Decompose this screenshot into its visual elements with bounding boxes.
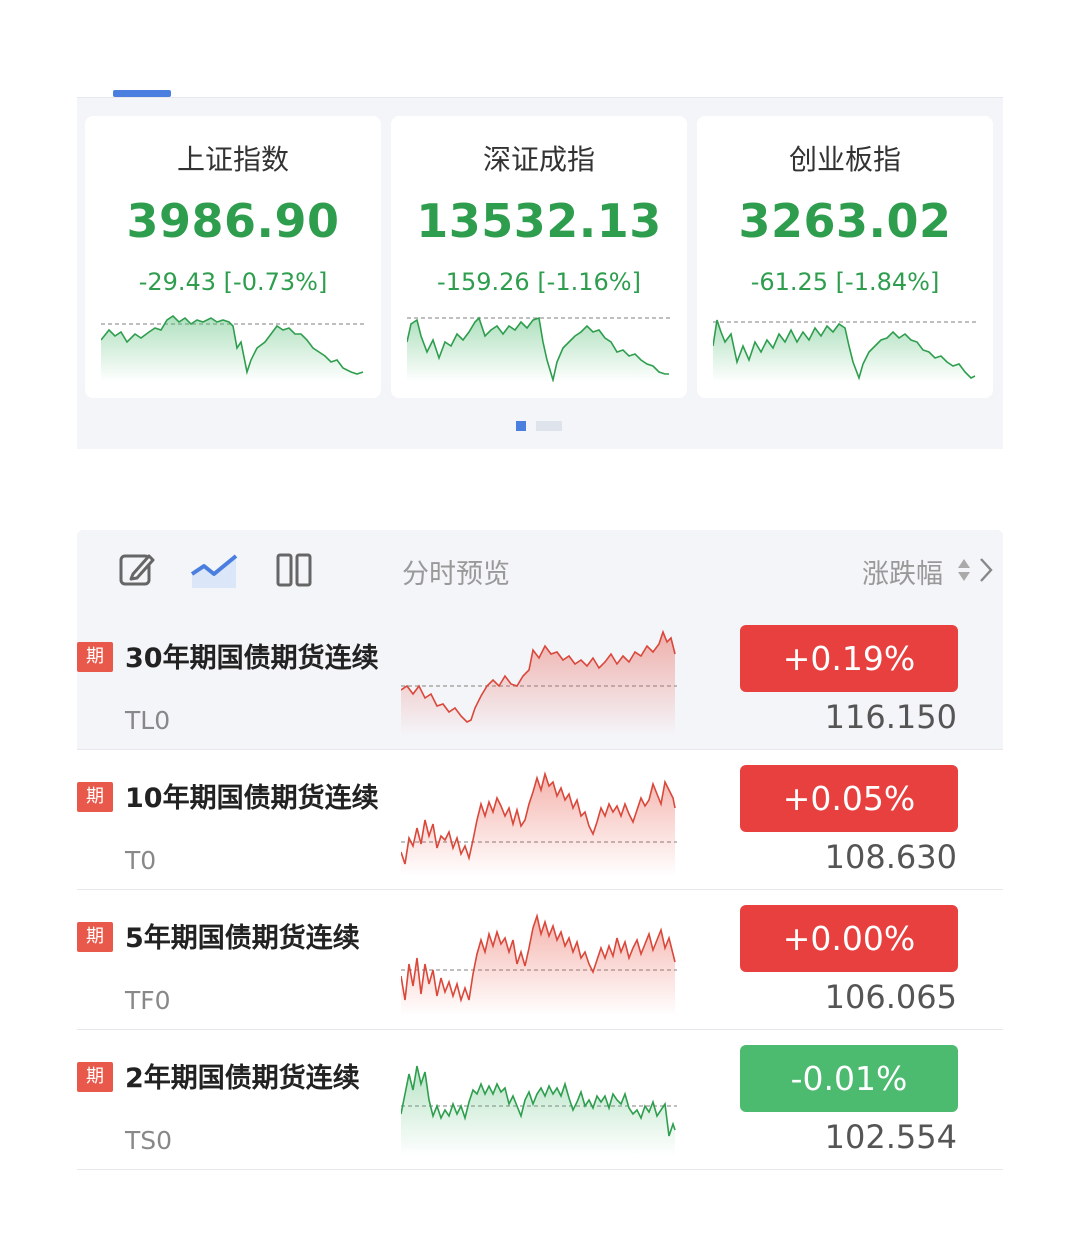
index-change: -29.43 [-0.73%] — [138, 268, 328, 296]
trend-line-icon[interactable] — [190, 548, 240, 592]
last-price: 106.065 — [824, 978, 957, 1016]
list-item-tf0[interactable]: 期 5年期国债期货连续 TF0 +0.00% 106.065 — [77, 890, 1003, 1030]
contract-code: TF0 — [125, 986, 171, 1015]
intraday-sparkline — [401, 1065, 677, 1156]
index-value: 3263.02 — [738, 194, 952, 248]
sort-arrows-icon[interactable] — [957, 556, 971, 584]
index-sparkline — [407, 316, 671, 382]
index-card-shenzhen[interactable]: 深证成指 13532.13 -159.26 [-1.16%] — [391, 116, 687, 398]
index-name: 深证成指 — [482, 143, 595, 176]
last-price: 116.150 — [824, 698, 957, 736]
change-pill[interactable]: -0.01% — [740, 1045, 958, 1112]
intraday-sparkline — [401, 771, 677, 876]
index-sparkline — [713, 319, 977, 382]
index-value: 13532.13 — [416, 194, 662, 248]
page-dot-active[interactable] — [516, 421, 526, 431]
last-price: 108.630 — [824, 838, 957, 876]
change-pill[interactable]: +0.00% — [740, 905, 958, 972]
index-change: -159.26 [-1.16%] — [437, 268, 641, 296]
contract-code: TL0 — [125, 706, 171, 735]
list-toolbar: 分时预览 涨跌幅 — [77, 530, 1003, 610]
index-name: 上证指数 — [176, 143, 289, 176]
list-item-t0[interactable]: 期 10年期国债期货连续 T0 +0.05% 108.630 — [77, 750, 1003, 890]
futures-badge: 期 — [77, 782, 113, 812]
page-dot[interactable] — [536, 421, 562, 431]
index-name: 创业板指 — [788, 143, 901, 176]
list-item-ts0[interactable]: 期 2年期国债期货连续 TS0 -0.01% 102.554 — [77, 1030, 1003, 1170]
contract-code: T0 — [125, 846, 157, 875]
edit-icon[interactable] — [115, 548, 159, 592]
intraday-sparkline — [401, 629, 677, 736]
index-value: 3986.90 — [126, 194, 340, 248]
futures-badge: 期 — [77, 1062, 113, 1092]
list-title: 分时预览 — [402, 559, 510, 590]
last-price: 102.554 — [824, 1118, 957, 1156]
tab-indicator — [113, 90, 171, 97]
contract-name: 2年期国债期货连续 — [125, 1063, 360, 1094]
carousel-pagination[interactable] — [516, 421, 562, 431]
futures-badge: 期 — [77, 922, 113, 952]
index-card-shanghai[interactable]: 上证指数 3986.90 -29.43 [-0.73%] — [85, 116, 381, 398]
contract-name: 10年期国债期货连续 — [125, 783, 379, 814]
contract-name: 5年期国债期货连续 — [125, 923, 360, 954]
index-sparkline — [101, 314, 365, 382]
list-item-tl0[interactable]: 期 30年期国债期货连续 TL0 +0.19% 116.150 — [77, 610, 1003, 750]
two-column-icon[interactable] — [273, 548, 317, 592]
intraday-sparkline — [401, 913, 677, 1016]
chevron-right-icon[interactable] — [979, 556, 993, 584]
sort-label[interactable]: 涨跌幅 — [862, 552, 943, 591]
index-change: -61.25 [-1.84%] — [750, 268, 940, 296]
change-pill[interactable]: +0.19% — [740, 625, 958, 692]
index-carousel[interactable]: 上证指数 3986.90 -29.43 [-0.73%] 深证成指 13532.… — [77, 97, 1003, 449]
change-pill[interactable]: +0.05% — [740, 765, 958, 832]
contract-code: TS0 — [125, 1126, 173, 1155]
futures-badge: 期 — [77, 642, 113, 672]
contract-name: 30年期国债期货连续 — [125, 643, 379, 674]
index-card-chinext[interactable]: 创业板指 3263.02 -61.25 [-1.84%] — [697, 116, 993, 398]
